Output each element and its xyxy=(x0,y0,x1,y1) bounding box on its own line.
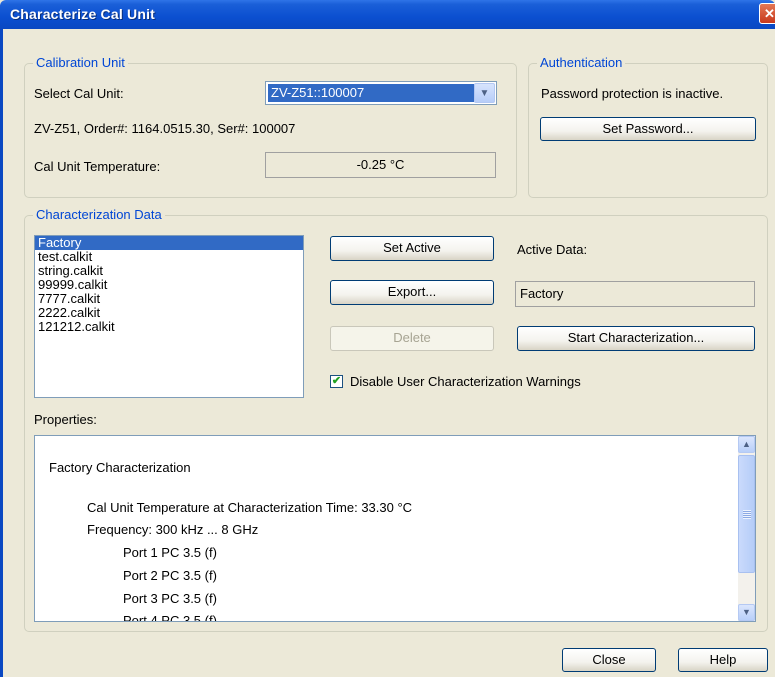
scroll-down-arrow-icon[interactable]: ▼ xyxy=(738,604,755,621)
characterization-data-list[interactable]: Factory test.calkit string.calkit 99999.… xyxy=(34,235,304,398)
cal-unit-temperature-value: -0.25 °C xyxy=(265,152,496,178)
properties-line: Port 2 PC 3.5 (f) xyxy=(123,568,217,583)
set-password-button[interactable]: Set Password... xyxy=(540,117,756,141)
properties-line: Port 3 PC 3.5 (f) xyxy=(123,591,217,606)
cal-unit-temperature-label: Cal Unit Temperature: xyxy=(34,159,161,174)
characterization-data-group-label: Characterization Data xyxy=(33,207,165,222)
cal-unit-info: ZV-Z51, Order#: 1164.0515.30, Ser#: 1000… xyxy=(34,121,296,136)
properties-line: Cal Unit Temperature at Characterization… xyxy=(87,500,413,515)
export-button[interactable]: Export... xyxy=(330,280,494,305)
cal-unit-selected-value: ZV-Z51::100007 xyxy=(268,84,474,102)
scroll-up-arrow-icon[interactable]: ▲ xyxy=(738,436,755,453)
properties-line: Frequency: 300 kHz ... 8 GHz xyxy=(87,522,259,537)
chevron-down-icon[interactable]: ▼ xyxy=(474,83,495,103)
properties-text-area[interactable]: Factory Characterization Cal Unit Temper… xyxy=(34,435,756,622)
window-close-button[interactable]: ✕ xyxy=(759,3,775,24)
list-item[interactable]: Factory xyxy=(35,236,303,250)
list-item[interactable]: 2222.calkit xyxy=(35,306,303,320)
authentication-group-label: Authentication xyxy=(537,55,626,70)
grip-icon xyxy=(743,510,751,519)
list-item[interactable]: 121212.calkit xyxy=(35,320,303,334)
properties-line: Factory Characterization xyxy=(49,460,191,475)
window-title: Characterize Cal Unit xyxy=(10,6,156,22)
start-characterization-button[interactable]: Start Characterization... xyxy=(517,326,755,351)
scrollbar-thumb[interactable] xyxy=(738,455,755,573)
properties-line: Port 1 PC 3.5 (f) xyxy=(123,545,217,560)
cal-unit-dropdown[interactable]: ZV-Z51::100007 ▼ xyxy=(265,81,497,105)
close-button[interactable]: Close xyxy=(562,648,656,672)
list-item[interactable]: test.calkit xyxy=(35,250,303,264)
list-item[interactable]: 99999.calkit xyxy=(35,278,303,292)
properties-line: Port 4 PC 3.5 (f) xyxy=(123,613,217,622)
window-border xyxy=(0,29,3,677)
properties-scrollbar[interactable]: ▲ ▼ xyxy=(738,436,755,621)
disable-warnings-label[interactable]: Disable User Characterization Warnings xyxy=(350,374,581,389)
active-data-value: Factory xyxy=(515,281,755,307)
set-active-button[interactable]: Set Active xyxy=(330,236,494,261)
help-button[interactable]: Help xyxy=(678,648,768,672)
password-status-text: Password protection is inactive. xyxy=(541,86,724,101)
properties-label: Properties: xyxy=(34,412,97,427)
checkmark-icon[interactable]: ✔ xyxy=(330,375,343,388)
delete-button[interactable]: Delete xyxy=(330,326,494,351)
list-item[interactable]: 7777.calkit xyxy=(35,292,303,306)
title-bar[interactable]: Characterize Cal Unit ✕ xyxy=(0,0,775,29)
select-cal-unit-label: Select Cal Unit: xyxy=(34,86,124,101)
list-item[interactable]: string.calkit xyxy=(35,264,303,278)
calibration-unit-group-label: Calibration Unit xyxy=(33,55,128,70)
active-data-label: Active Data: xyxy=(517,242,588,257)
